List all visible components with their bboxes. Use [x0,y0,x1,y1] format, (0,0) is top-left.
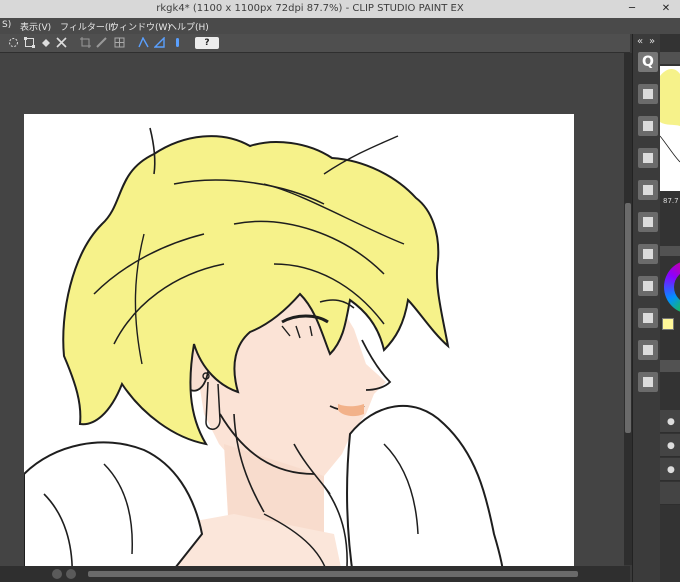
layer-panel-header [660,360,680,372]
drawing-canvas[interactable] [24,114,574,582]
snap-icon[interactable] [154,37,165,48]
color-wheel[interactable] [660,258,680,316]
color-set-icon[interactable] [638,276,658,296]
layer-row[interactable] [660,482,680,505]
fill-icon[interactable] [40,37,51,48]
horizontal-scroll-thumb[interactable] [88,571,578,577]
menu-item-select[interactable]: S) [2,20,11,30]
color-wheel-icon[interactable] [638,244,658,264]
crop-icon[interactable] [80,37,91,48]
sub-view-icon[interactable] [638,180,658,200]
navigator-icon[interactable] [638,212,658,232]
menu-item-view[interactable]: 表示(V) [20,20,51,33]
rotate-left-icon[interactable] [66,569,76,579]
window-title: rkgk4* (1100 x 1100px 72dpi 87.7%) - CLI… [156,3,464,14]
auto-action-icon[interactable] [638,340,658,360]
current-color-swatch[interactable] [662,318,674,330]
search-icon[interactable]: Q [638,52,658,72]
menu-item-filter[interactable]: フィルター(I) [60,20,115,33]
eye-icon[interactable]: ● [667,465,675,475]
menu-bar: S) 表示(V) フィルター(I) ウィンドウ(W) ヘルプ(H) [0,18,680,34]
tone-icon[interactable] [638,116,658,136]
help-button[interactable]: ? [195,37,219,49]
pen-icon[interactable] [172,37,183,48]
lasso-select-icon[interactable] [8,37,19,48]
layer-properties-icon[interactable] [638,84,658,104]
title-bar: rkgk4* (1100 x 1100px 72dpi 87.7%) - CLI… [0,0,680,18]
close-button[interactable]: ✕ [652,0,680,18]
zoom-readout: 87.7 [663,197,679,205]
ruler-icon[interactable] [96,37,107,48]
navigator-preview[interactable] [659,66,680,191]
eye-icon[interactable]: ● [667,441,675,451]
eye-icon[interactable]: ● [667,417,675,427]
layer-icon[interactable] [638,308,658,328]
history-icon[interactable] [638,372,658,392]
perspective-ruler-icon[interactable] [138,37,149,48]
navigator-header [660,52,680,64]
command-bar: ? [0,34,630,53]
horizontal-scrollbar[interactable] [0,566,630,582]
eraser-icon[interactable] [56,37,67,48]
artwork-illustration [24,127,506,582]
navigator-thumbnail [659,69,680,163]
rotate-reset-icon[interactable] [52,569,62,579]
collapse-left-icon[interactable]: « [637,36,643,47]
right-dock: « » Q [632,34,661,582]
minimize-button[interactable]: ─ [618,0,646,18]
transform-icon[interactable] [24,37,35,48]
vertical-scroll-thumb[interactable] [625,203,631,433]
vertical-scrollbar[interactable] [624,53,632,565]
material-icon[interactable] [638,148,658,168]
color-panel-header [660,246,680,256]
collapse-right-icon[interactable]: » [649,36,655,47]
menu-item-help[interactable]: ヘルプ(H) [168,20,209,33]
menu-item-window[interactable]: ウィンドウ(W) [110,20,171,33]
grid-icon[interactable] [114,37,125,48]
